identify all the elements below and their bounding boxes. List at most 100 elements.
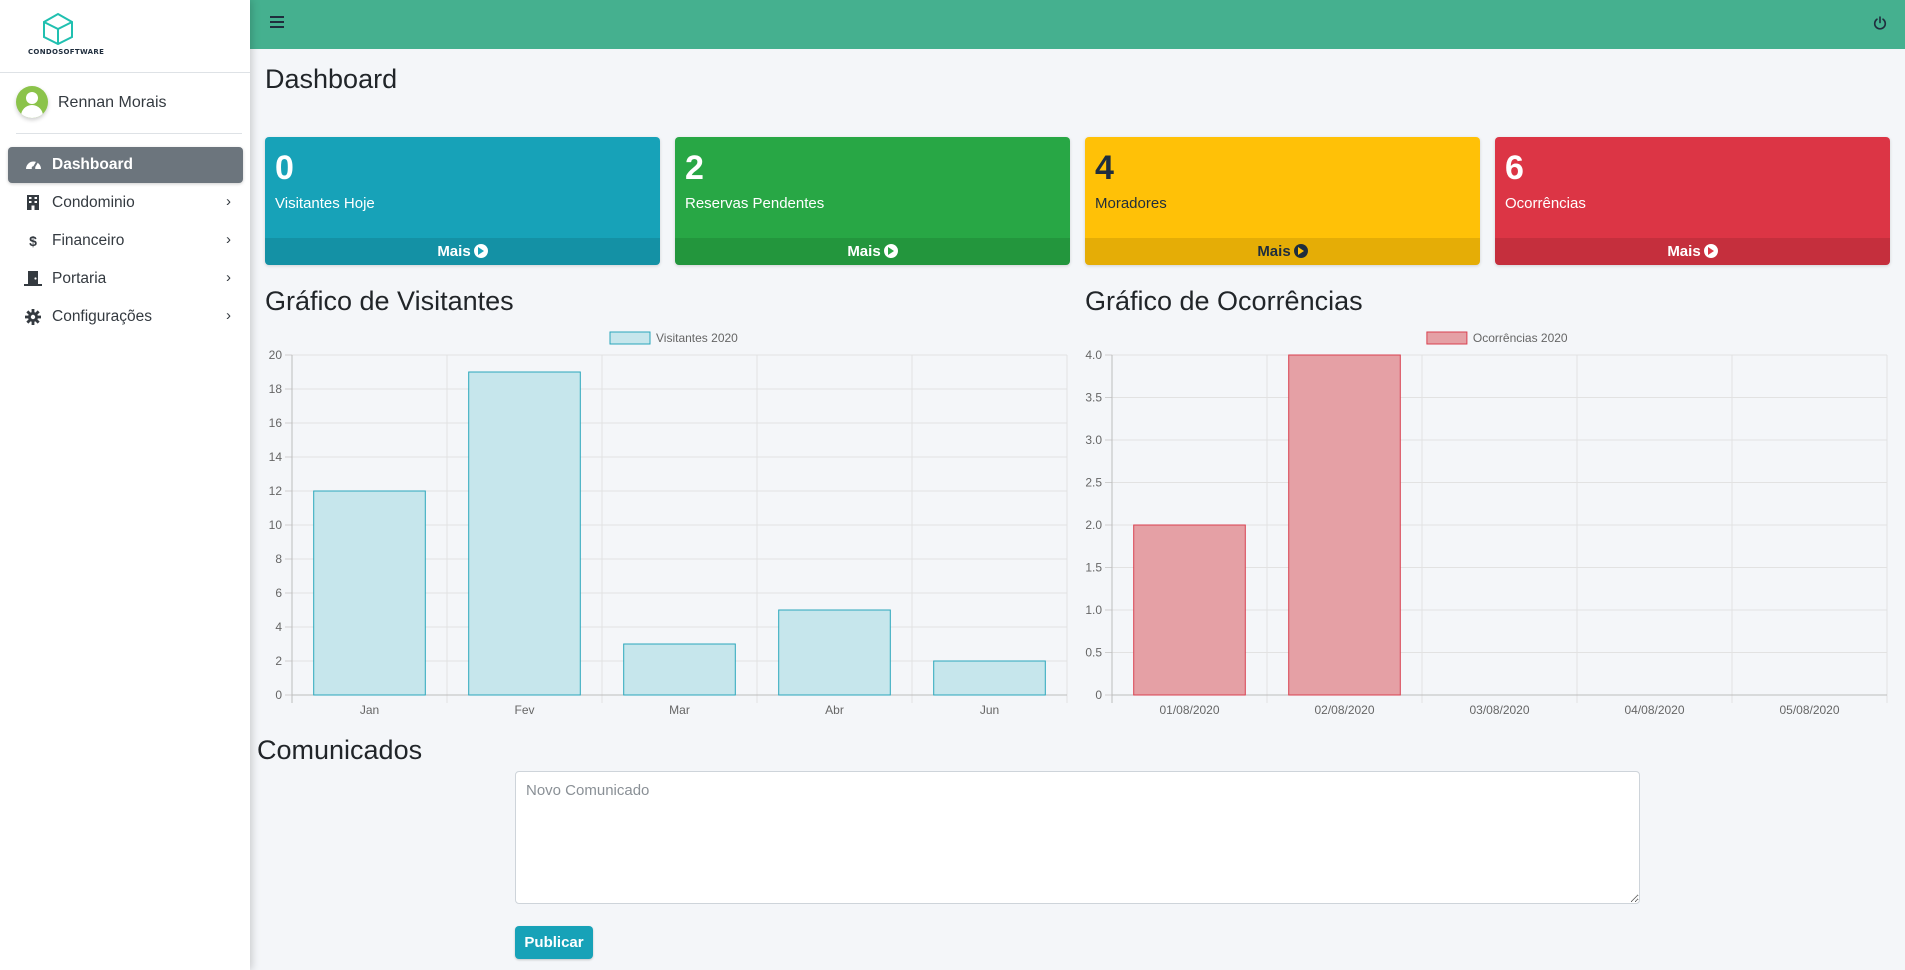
chevron-right-icon: › bbox=[226, 307, 231, 324]
bar bbox=[778, 609, 891, 696]
y-tick-label: 18 bbox=[269, 382, 283, 396]
power-icon[interactable] bbox=[1873, 16, 1887, 30]
more-label: Mais bbox=[437, 243, 471, 260]
sidebar: CONDOSOFTWARE Rennan Morais Dashboard Co… bbox=[0, 0, 250, 970]
chart-title-visitantes: Gráfico de Visitantes bbox=[265, 286, 514, 316]
y-tick-label: 2 bbox=[275, 654, 282, 668]
brand-logo[interactable]: CONDOSOFTWARE bbox=[28, 12, 105, 62]
comunicados-title: Comunicados bbox=[257, 735, 423, 765]
legend-swatch bbox=[609, 331, 651, 345]
more-link[interactable]: Mais bbox=[1495, 238, 1890, 265]
stat-box-ocorrencias: 6 Ocorrências Mais bbox=[1495, 137, 1890, 265]
dollar-icon: $ bbox=[29, 233, 37, 249]
stat-box-moradores: 4 Moradores Mais bbox=[1085, 137, 1480, 265]
x-tick-label: Jun bbox=[980, 703, 999, 717]
more-label: Mais bbox=[847, 243, 881, 260]
occurrences-chart-svg: Ocorrências 2020 0 0.5 1.0 1.5 2.0 2.5 3.0 3.5 4.… bbox=[1085, 331, 1888, 717]
cube-icon bbox=[43, 12, 73, 46]
stat-value: 4 bbox=[1095, 149, 1114, 187]
x-tick-label: Jan bbox=[360, 703, 379, 717]
user-avatar-icon[interactable] bbox=[16, 86, 48, 118]
stat-value: 2 bbox=[685, 149, 704, 187]
stat-label: Reservas Pendentes bbox=[685, 195, 825, 212]
y-tick-label: 1.5 bbox=[1085, 561, 1102, 575]
y-tick-label: 4.0 bbox=[1085, 348, 1102, 362]
sidebar-item-label: Configurações bbox=[52, 308, 152, 325]
y-tick-label: 16 bbox=[269, 416, 283, 430]
bar bbox=[1288, 354, 1401, 696]
arrow-circle-right-icon bbox=[1293, 244, 1308, 258]
x-tick-label: 05/08/2020 bbox=[1779, 703, 1839, 717]
y-tick-label: 3.5 bbox=[1085, 391, 1102, 405]
bar bbox=[313, 490, 426, 696]
y-tick-label: 0 bbox=[275, 688, 282, 702]
chart-title-ocorrencias: Gráfico de Ocorrências bbox=[1085, 286, 1363, 316]
chevron-right-icon: › bbox=[226, 231, 231, 248]
tachometer-icon bbox=[24, 157, 42, 173]
x-tick-label: Fev bbox=[514, 703, 534, 717]
comunicado-wrapper bbox=[515, 771, 1640, 904]
bar bbox=[1133, 524, 1246, 696]
occurrences-chart: Ocorrências 2020 0 0.5 1.0 1.5 2.0 2.5 3.0 3.5 4.… bbox=[1085, 322, 1890, 722]
sidebar-item-portaria[interactable]: Portaria › bbox=[8, 261, 243, 297]
sidebar-item-dashboard[interactable]: Dashboard bbox=[8, 147, 243, 183]
y-tick-label: 3.0 bbox=[1085, 433, 1102, 447]
legend-swatch bbox=[1426, 331, 1468, 345]
bar bbox=[623, 643, 736, 696]
y-tick-label: 0 bbox=[1095, 688, 1102, 702]
visitors-chart: Visitantes 2020 0 2 4 6 8 10 12 14 16 18 20 Jan Fev Ma… bbox=[265, 322, 1070, 722]
y-tick-label: 6 bbox=[275, 586, 282, 600]
sidebar-item-label: Portaria bbox=[52, 270, 107, 287]
y-tick-label: 10 bbox=[269, 518, 283, 532]
more-link[interactable]: Mais bbox=[265, 238, 660, 265]
bar bbox=[933, 660, 1046, 696]
y-tick-label: 0.5 bbox=[1085, 646, 1102, 660]
user-panel[interactable]: Rennan Morais bbox=[16, 86, 242, 134]
y-tick-label: 4 bbox=[275, 620, 282, 634]
more-label: Mais bbox=[1257, 243, 1291, 260]
stat-label: Ocorrências bbox=[1505, 195, 1586, 212]
arrow-circle-right-icon bbox=[473, 244, 488, 258]
top-navbar bbox=[250, 0, 1905, 49]
visitors-chart-svg: Visitantes 2020 0 2 4 6 8 10 12 14 16 18 20 Jan Fev Ma… bbox=[269, 331, 1068, 717]
x-tick-label: Abr bbox=[825, 703, 844, 717]
y-tick-label: 14 bbox=[269, 450, 283, 464]
door-icon bbox=[24, 271, 42, 287]
arrow-circle-right-icon bbox=[883, 244, 898, 258]
chevron-right-icon: › bbox=[226, 193, 231, 210]
user-name[interactable]: Rennan Morais bbox=[58, 94, 167, 112]
sidebar-item-label: Financeiro bbox=[52, 232, 125, 249]
more-label: Mais bbox=[1667, 243, 1701, 260]
stat-label: Visitantes Hoje bbox=[275, 195, 375, 212]
new-comunicado-textarea[interactable] bbox=[515, 771, 1640, 904]
more-link[interactable]: Mais bbox=[675, 238, 1070, 265]
brand-name: CONDOSOFTWARE bbox=[28, 48, 105, 56]
gear-icon bbox=[24, 309, 42, 325]
stat-value: 6 bbox=[1505, 149, 1524, 187]
more-link[interactable]: Mais bbox=[1085, 238, 1480, 265]
legend-label: Visitantes 2020 bbox=[656, 331, 738, 345]
sidebar-item-configuracoes[interactable]: Configurações › bbox=[8, 299, 243, 335]
sidebar-item-label: Condominio bbox=[52, 194, 135, 211]
brand[interactable]: CONDOSOFTWARE bbox=[0, 0, 250, 73]
sidebar-item-label: Dashboard bbox=[52, 156, 133, 173]
publish-button[interactable]: Publicar bbox=[515, 926, 593, 959]
hamburger-icon[interactable] bbox=[270, 16, 284, 28]
sidebar-item-condominio[interactable]: Condominio › bbox=[8, 185, 243, 221]
legend-label: Ocorrências 2020 bbox=[1473, 331, 1568, 345]
arrow-circle-right-icon bbox=[1703, 244, 1718, 258]
chevron-right-icon: › bbox=[226, 269, 231, 286]
x-tick-label: Mar bbox=[669, 703, 690, 717]
sidebar-nav: Dashboard Condominio › $ Financeiro › Po… bbox=[8, 147, 243, 337]
x-tick-label: 03/08/2020 bbox=[1469, 703, 1529, 717]
x-tick-label: 04/08/2020 bbox=[1624, 703, 1684, 717]
y-tick-label: 12 bbox=[269, 484, 283, 498]
bar bbox=[468, 371, 581, 696]
y-tick-label: 2.5 bbox=[1085, 476, 1102, 490]
sidebar-item-financeiro[interactable]: $ Financeiro › bbox=[8, 223, 243, 259]
stat-box-reservas: 2 Reservas Pendentes Mais bbox=[675, 137, 1070, 265]
y-tick-label: 8 bbox=[275, 552, 282, 566]
stat-label: Moradores bbox=[1095, 195, 1167, 212]
stat-box-visitantes: 0 Visitantes Hoje Mais bbox=[265, 137, 660, 265]
y-tick-label: 20 bbox=[269, 348, 283, 362]
